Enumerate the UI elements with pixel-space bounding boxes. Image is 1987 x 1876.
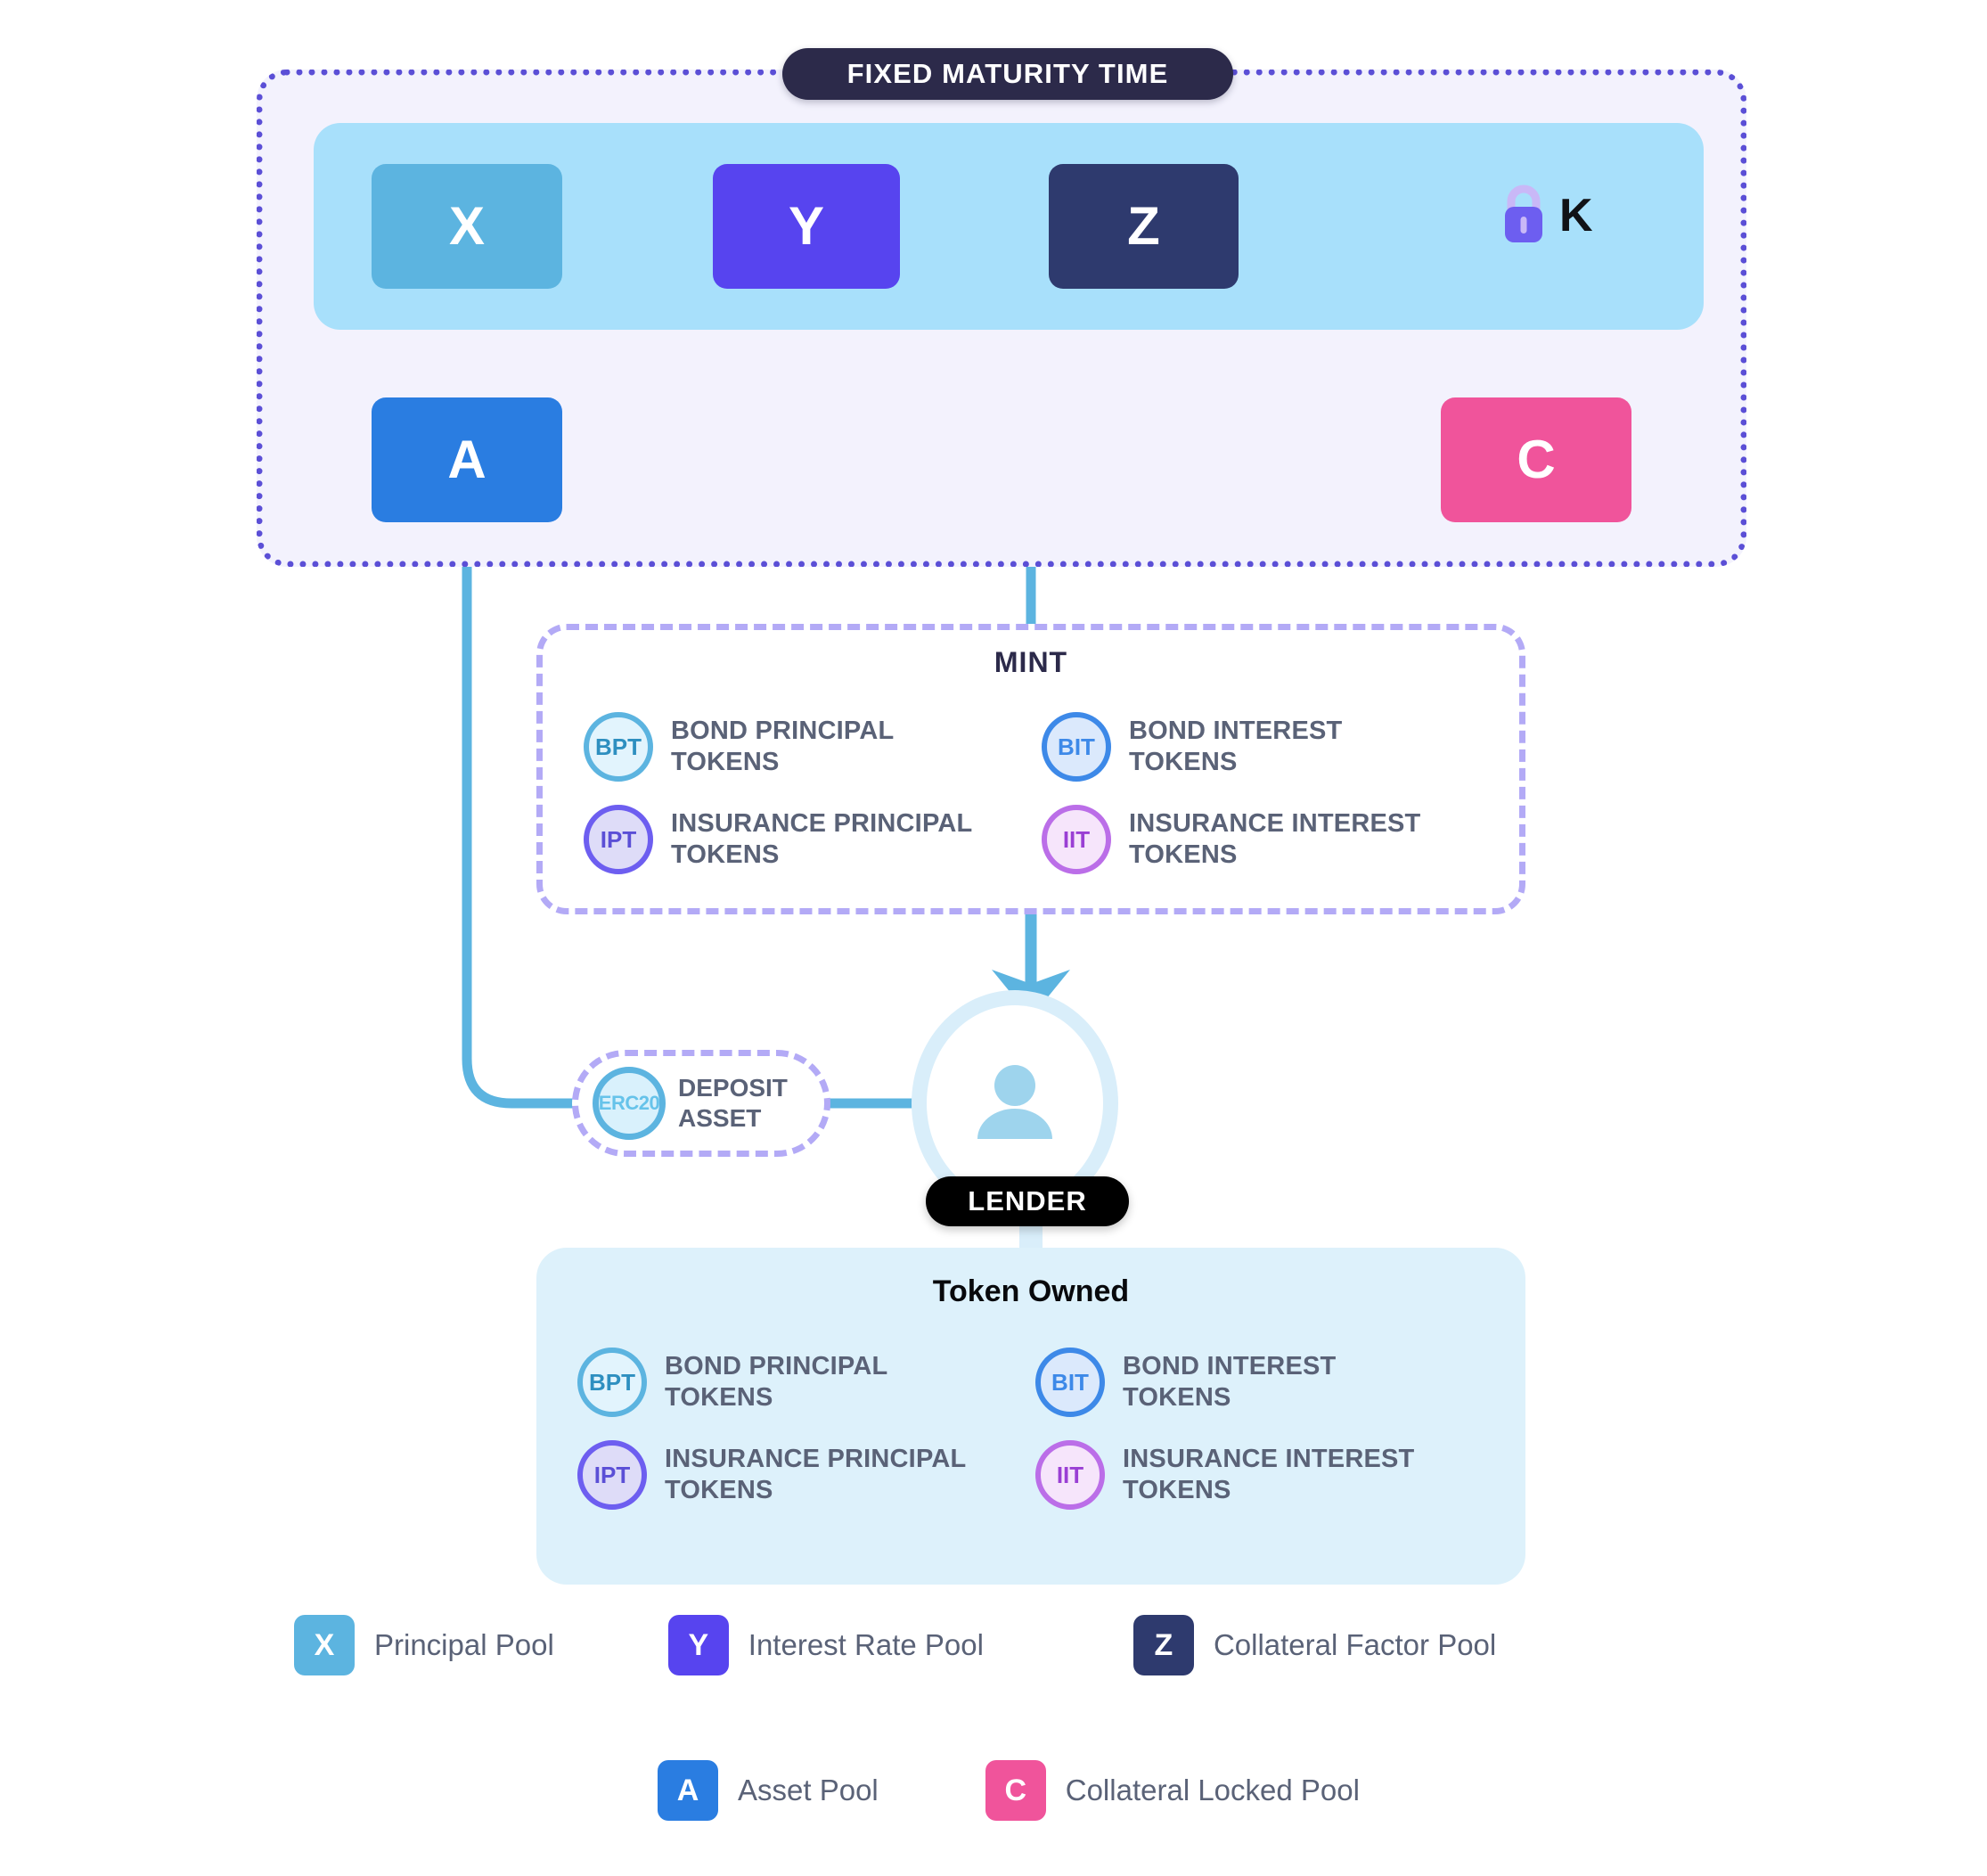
mint-bit-line2: TOKENS (1129, 748, 1238, 776)
owned-token-ipt-label: INSURANCE PRINCIPAL TOKENS (665, 1444, 966, 1507)
legend-item-asset-pool: A Asset Pool (658, 1760, 879, 1821)
owned-bit-line1: BOND INTEREST (1123, 1351, 1337, 1380)
token-owned-title: Token Owned (932, 1274, 1130, 1308)
mint-token-bpt[interactable]: BPT BOND PRINCIPAL TOKENS (584, 712, 1033, 782)
mint-iit-line2: TOKENS (1129, 840, 1238, 869)
owned-iit-line1: INSURANCE INTEREST (1123, 1444, 1415, 1473)
legend-item-interest-rate-pool: Y Interest Rate Pool (667, 1615, 984, 1675)
lender-badge: LENDER (926, 1176, 1129, 1226)
mint-token-ipt-label: INSURANCE PRINCIPAL TOKENS (671, 808, 972, 872)
owned-token-bpt[interactable]: BPT BOND PRINCIPAL TOKENS (577, 1348, 1026, 1417)
owned-token-bit[interactable]: BIT BOND INTEREST TOKENS (1035, 1348, 1484, 1417)
owned-token-ipt[interactable]: IPT INSURANCE PRINCIPAL TOKENS (577, 1440, 1026, 1510)
diagram-canvas: FIXED MATURITY TIME X Y Z A C K MINT BPT… (0, 0, 1987, 1876)
pool-box-c[interactable]: C (1441, 397, 1631, 522)
mint-token-ipt[interactable]: IPT INSURANCE PRINCIPAL TOKENS (584, 805, 1033, 874)
legend-row-1: X Principal Pool Y Interest Rate Pool Z … (294, 1615, 1496, 1675)
mint-iit-line1: INSURANCE INTEREST (1129, 808, 1421, 838)
legend-item-collateral-factor-pool: Z Collateral Factor Pool (1133, 1615, 1496, 1675)
legend-item-collateral-locked-pool: C Collateral Locked Pool (985, 1760, 1360, 1821)
owned-ipt-line2: TOKENS (665, 1476, 773, 1504)
mint-bpt-line1: BOND PRINCIPAL (671, 716, 895, 745)
lock-k-label: K (1559, 189, 1593, 242)
mint-box: MINT BPT BOND PRINCIPAL TOKENS BIT BOND … (536, 624, 1525, 914)
pool-box-y[interactable]: Y (713, 164, 900, 289)
mint-token-bpt-label: BOND PRINCIPAL TOKENS (671, 716, 894, 779)
owned-token-iit-label: INSURANCE INTEREST TOKENS (1123, 1444, 1414, 1507)
deposit-line2: ASSET (678, 1104, 762, 1132)
legend-row-2: A Asset Pool C Collateral Locked Pool (658, 1760, 1360, 1821)
arrow-mint-to-lender (992, 914, 1070, 1018)
deposit-asset-pill[interactable]: ERC20 DEPOSIT ASSET (572, 1050, 830, 1157)
mint-bpt-line2: TOKENS (671, 748, 780, 776)
owned-token-grid: BPT BOND PRINCIPAL TOKENS BIT BOND INTER… (577, 1348, 1484, 1510)
lock-group: K (1497, 183, 1593, 248)
owned-token-iit[interactable]: IIT INSURANCE INTEREST TOKENS (1035, 1440, 1484, 1510)
mint-token-bit-label: BOND INTEREST TOKENS (1129, 716, 1342, 779)
owned-iit-line2: TOKENS (1123, 1476, 1231, 1504)
legend-item-principal-pool: X Principal Pool (294, 1615, 554, 1675)
legend-label-a: Asset Pool (738, 1774, 879, 1806)
token-owned-box: Token Owned BPT BOND PRINCIPAL TOKENS BI… (536, 1248, 1525, 1585)
erc20-badge-icon: ERC20 (593, 1067, 666, 1140)
deposit-line1: DEPOSIT (678, 1074, 788, 1102)
avatar (927, 1005, 1103, 1201)
ipt-badge-icon: IPT (584, 805, 653, 874)
iit-badge-icon: IIT (1042, 805, 1111, 874)
pool-box-z[interactable]: Z (1049, 164, 1239, 289)
owned-token-bit-label: BOND INTEREST TOKENS (1123, 1351, 1336, 1414)
legend-label-z: Collateral Factor Pool (1213, 1628, 1497, 1661)
mint-token-grid: BPT BOND PRINCIPAL TOKENS BIT BOND INTER… (584, 712, 1491, 874)
legend-label-y: Interest Rate Pool (748, 1628, 984, 1661)
mint-ipt-line2: TOKENS (671, 840, 780, 869)
owned-bpt-line1: BOND PRINCIPAL (665, 1351, 888, 1380)
iit-badge-icon: IIT (1035, 1440, 1105, 1510)
owned-ipt-line1: INSURANCE PRINCIPAL (665, 1444, 967, 1473)
legend-chip-z: Z (1133, 1615, 1194, 1675)
legend-label-x: Principal Pool (374, 1628, 554, 1661)
deposit-asset-label: DEPOSIT ASSET (678, 1073, 788, 1133)
legend-chip-x: X (294, 1615, 355, 1675)
mint-token-iit-label: INSURANCE INTEREST TOKENS (1129, 808, 1420, 872)
mint-bit-line1: BOND INTEREST (1129, 716, 1343, 745)
bpt-badge-icon: BPT (577, 1348, 647, 1417)
legend-label-c: Collateral Locked Pool (1065, 1774, 1360, 1806)
lock-icon (1497, 183, 1550, 248)
ipt-badge-icon: IPT (577, 1440, 647, 1510)
mint-ipt-line1: INSURANCE PRINCIPAL (671, 808, 973, 838)
bpt-badge-icon: BPT (584, 712, 653, 782)
mint-title: MINT (994, 646, 1068, 678)
owned-bpt-line2: TOKENS (665, 1383, 773, 1412)
mint-token-iit[interactable]: IIT INSURANCE INTEREST TOKENS (1042, 805, 1491, 874)
bit-badge-icon: BIT (1042, 712, 1111, 782)
mint-token-bit[interactable]: BIT BOND INTEREST TOKENS (1042, 712, 1491, 782)
pool-box-x[interactable]: X (372, 164, 562, 289)
legend-chip-a: A (658, 1760, 718, 1821)
pool-box-a[interactable]: A (372, 397, 562, 522)
owned-token-bpt-label: BOND PRINCIPAL TOKENS (665, 1351, 887, 1414)
fixed-maturity-badge: FIXED MATURITY TIME (782, 48, 1233, 100)
bit-badge-icon: BIT (1035, 1348, 1105, 1417)
person-icon (977, 1065, 1052, 1139)
legend-chip-y: Y (667, 1615, 729, 1675)
owned-bit-line2: TOKENS (1123, 1383, 1231, 1412)
legend-chip-c: C (985, 1760, 1046, 1821)
